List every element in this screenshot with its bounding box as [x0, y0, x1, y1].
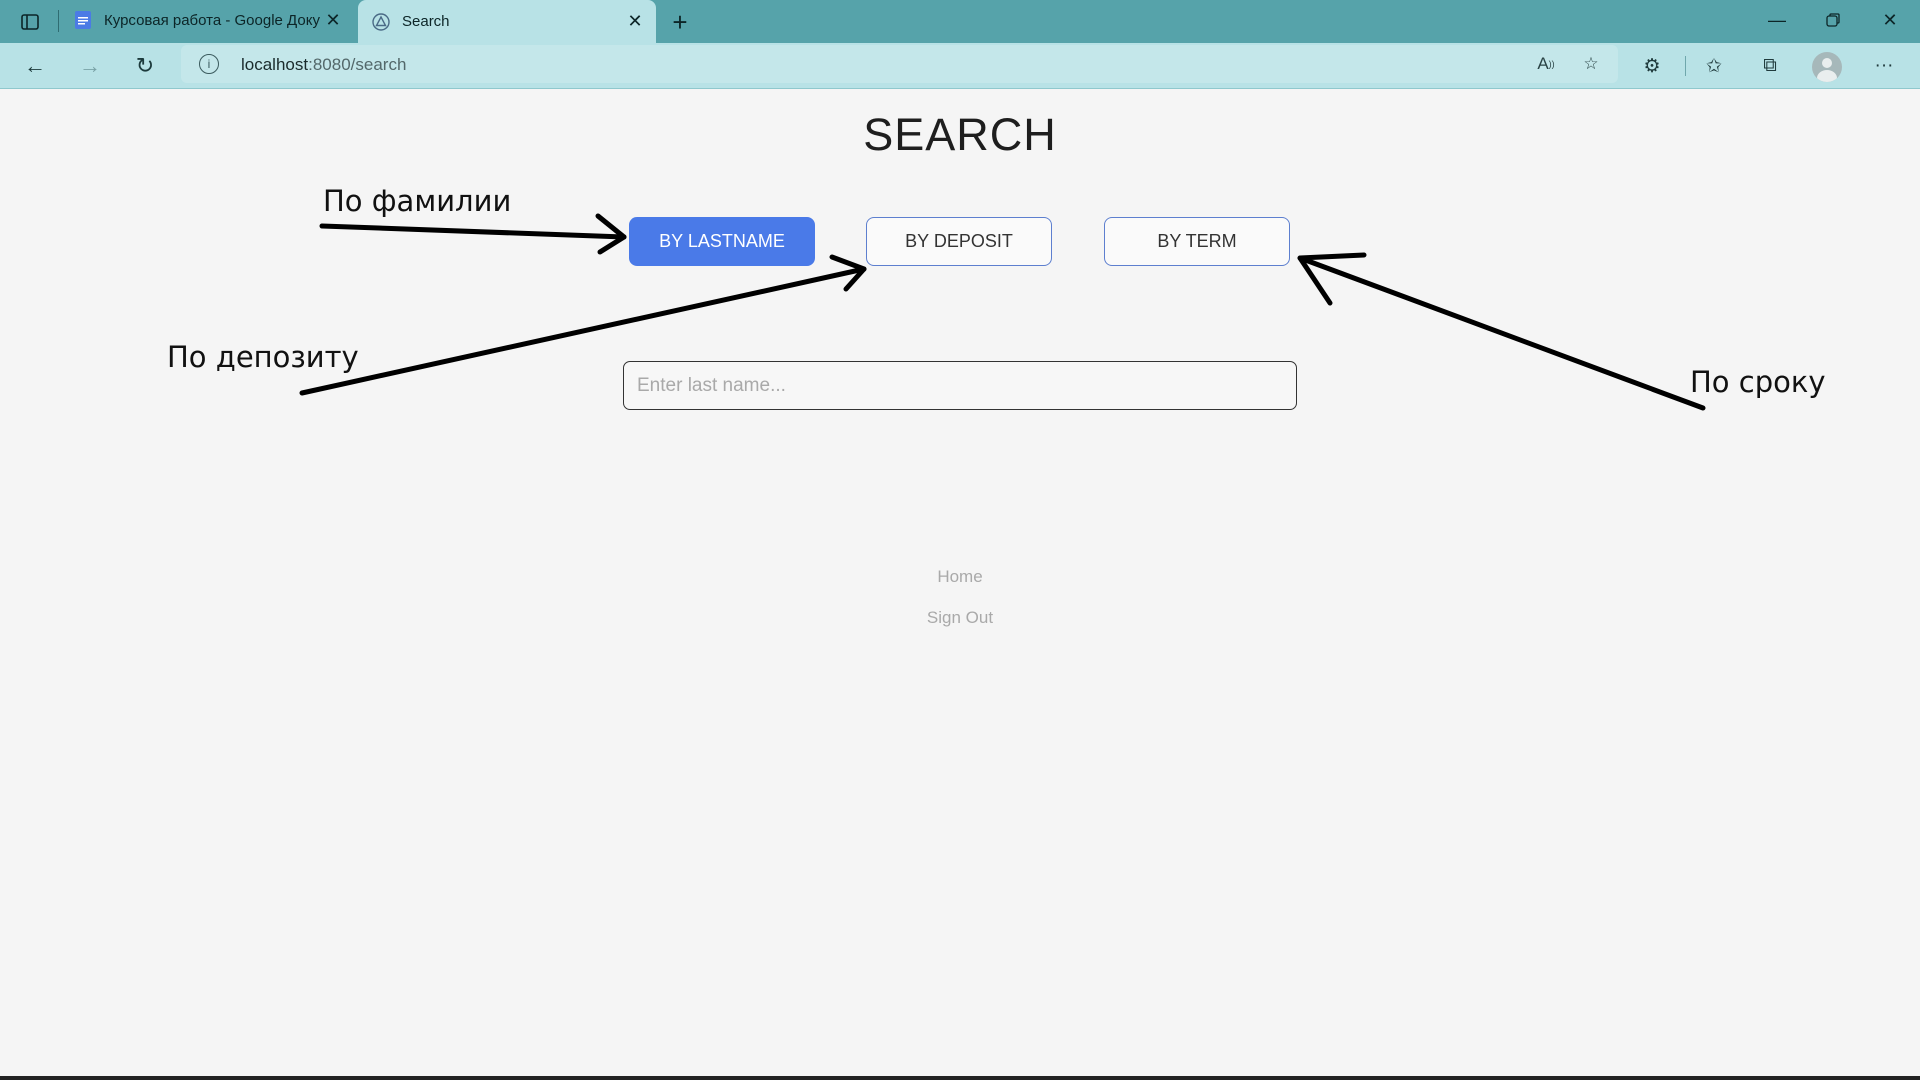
url-path: :8080/search [308, 55, 407, 74]
tab-google-docs[interactable]: Курсовая работа - Google Доку ✕ [64, 0, 354, 40]
home-link[interactable]: Home [937, 567, 982, 586]
close-icon[interactable]: ✕ [624, 11, 646, 33]
tab-title: Курсовая работа - Google Доку [104, 11, 320, 29]
extensions-icon[interactable]: ⚙ [1636, 51, 1668, 81]
tab-actions-button[interactable] [10, 6, 50, 38]
plus-icon: + [672, 6, 688, 37]
annotation-by-deposit: По депозиту [167, 340, 359, 374]
browser-toolbar: ← → ↻ i localhost:8080/search A)) ☆ ⚙ ✩ … [0, 43, 1920, 89]
minimize-icon: — [1768, 9, 1786, 30]
page-content: SEARCH BY LASTNAME BY DEPOSIT BY TERM Ho… [0, 89, 1920, 1080]
info-icon[interactable]: i [199, 54, 219, 74]
address-url[interactable]: localhost:8080/search [241, 55, 406, 75]
tab-separator [58, 10, 59, 32]
by-term-button[interactable]: BY TERM [1104, 217, 1290, 266]
google-docs-icon [74, 11, 92, 29]
more-options-icon[interactable]: ··· [1868, 51, 1900, 81]
restore-button[interactable] [1805, 0, 1861, 40]
sign-out-link[interactable]: Sign Out [927, 608, 993, 627]
url-host: localhost [241, 55, 309, 74]
annotation-by-lastname: По фамилии [323, 184, 512, 218]
home-link-row: Home [0, 567, 1920, 587]
tab-actions-icon [21, 14, 39, 30]
toolbar-separator [1685, 56, 1686, 76]
arrow-left-icon: ← [24, 53, 46, 78]
minimize-button[interactable]: — [1749, 0, 1805, 40]
new-tab-button[interactable]: + [664, 6, 696, 38]
by-deposit-button[interactable]: BY DEPOSIT [866, 217, 1052, 266]
read-aloud-icon[interactable]: A)) [1531, 51, 1561, 77]
restore-icon [1826, 13, 1840, 27]
annotation-by-term: По сроку [1690, 365, 1826, 399]
arrow-right-icon: → [79, 53, 101, 78]
reload-icon: ↻ [135, 53, 155, 78]
profile-avatar[interactable] [1812, 52, 1842, 82]
add-favorite-icon[interactable]: ☆ [1576, 51, 1606, 77]
close-window-button[interactable]: ✕ [1862, 0, 1918, 40]
favorites-icon[interactable]: ✩ [1698, 51, 1730, 81]
close-icon[interactable]: ✕ [322, 9, 344, 31]
page-title: SEARCH [863, 109, 1057, 160]
tab-search[interactable]: Search ✕ [358, 0, 656, 43]
tab-title: Search [402, 13, 450, 30]
browser-tab-bar: Курсовая работа - Google Доку ✕ Search ✕… [0, 0, 1920, 43]
sign-out-link-row: Sign Out [0, 608, 1920, 628]
app-favicon [372, 12, 390, 31]
collections-icon[interactable]: ⧉ [1754, 51, 1786, 81]
reload-button[interactable]: ↻ [127, 50, 163, 82]
forward-button[interactable]: → [72, 50, 108, 82]
back-button[interactable]: ← [17, 50, 53, 82]
close-icon: ✕ [1882, 9, 1898, 30]
address-bar[interactable]: i localhost:8080/search A)) ☆ [181, 45, 1618, 83]
bottom-edge [0, 1076, 1920, 1080]
search-input[interactable] [623, 361, 1297, 410]
by-lastname-button[interactable]: BY LASTNAME [629, 217, 815, 266]
